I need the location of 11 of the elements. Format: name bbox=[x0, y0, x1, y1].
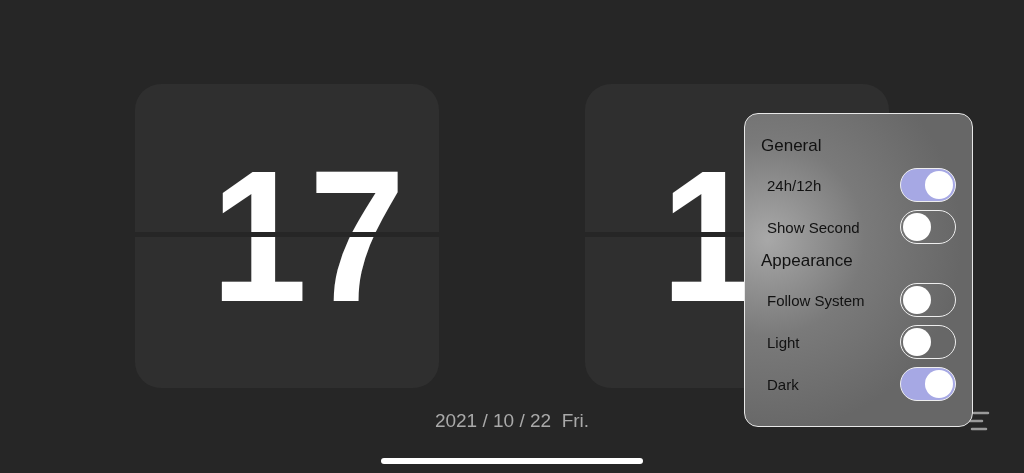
toggle-switch[interactable] bbox=[900, 168, 956, 202]
setting-label: Follow System bbox=[767, 291, 865, 309]
clock-digits: 17 bbox=[211, 142, 408, 330]
section-title: Appearance bbox=[761, 251, 854, 272]
setting-label: Dark bbox=[767, 375, 799, 393]
setting-label: 24h/12h bbox=[767, 176, 822, 194]
setting-label: Show Second bbox=[767, 218, 860, 236]
date-text: 2021 / 10 / 22 Fri. bbox=[434, 410, 590, 432]
toggle-switch[interactable] bbox=[900, 367, 956, 401]
setting-label: Light bbox=[767, 333, 800, 351]
section-title: General bbox=[761, 136, 823, 157]
